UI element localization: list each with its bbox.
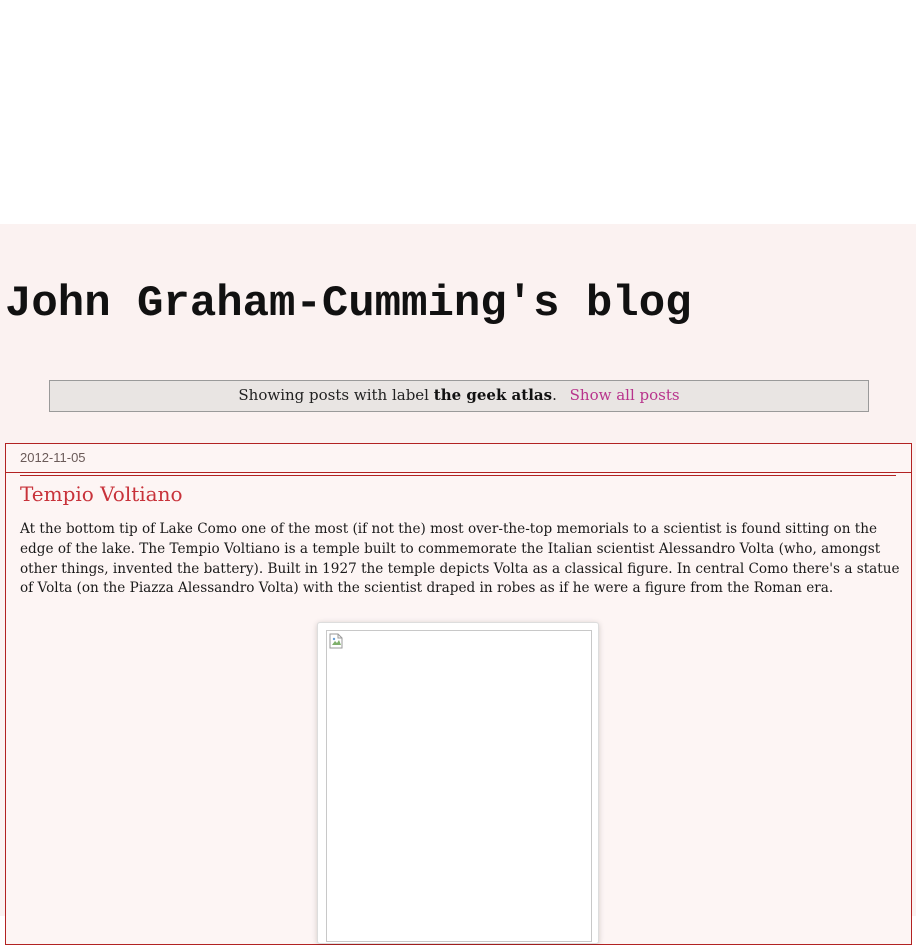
post-date-bar: 2012-11-05 — [6, 444, 911, 473]
post-body: At the bottom tip of Lake Como one of th… — [20, 521, 900, 597]
post-image-frame[interactable] — [317, 622, 599, 944]
top-blank-area — [0, 0, 916, 224]
show-all-posts-link[interactable]: Show all posts — [570, 386, 680, 404]
label-name: the geek atlas — [433, 386, 553, 404]
post-date: 2012-11-05 — [20, 450, 86, 465]
label-prefix: Showing posts with label — [238, 386, 429, 404]
label-suffix: . — [552, 386, 557, 404]
label-filter-bar: Showing posts with label the geek atlas.… — [49, 380, 869, 412]
page: John Graham-Cumming's blog Showing posts… — [0, 224, 916, 945]
post: 2012-11-05 Tempio Voltiano At the bottom… — [5, 443, 912, 945]
blog-title[interactable]: John Graham-Cumming's blog — [5, 279, 692, 329]
post-image[interactable] — [326, 630, 592, 942]
broken-image-icon — [329, 633, 343, 649]
post-title[interactable]: Tempio Voltiano — [20, 482, 183, 506]
post-divider — [20, 475, 896, 476]
